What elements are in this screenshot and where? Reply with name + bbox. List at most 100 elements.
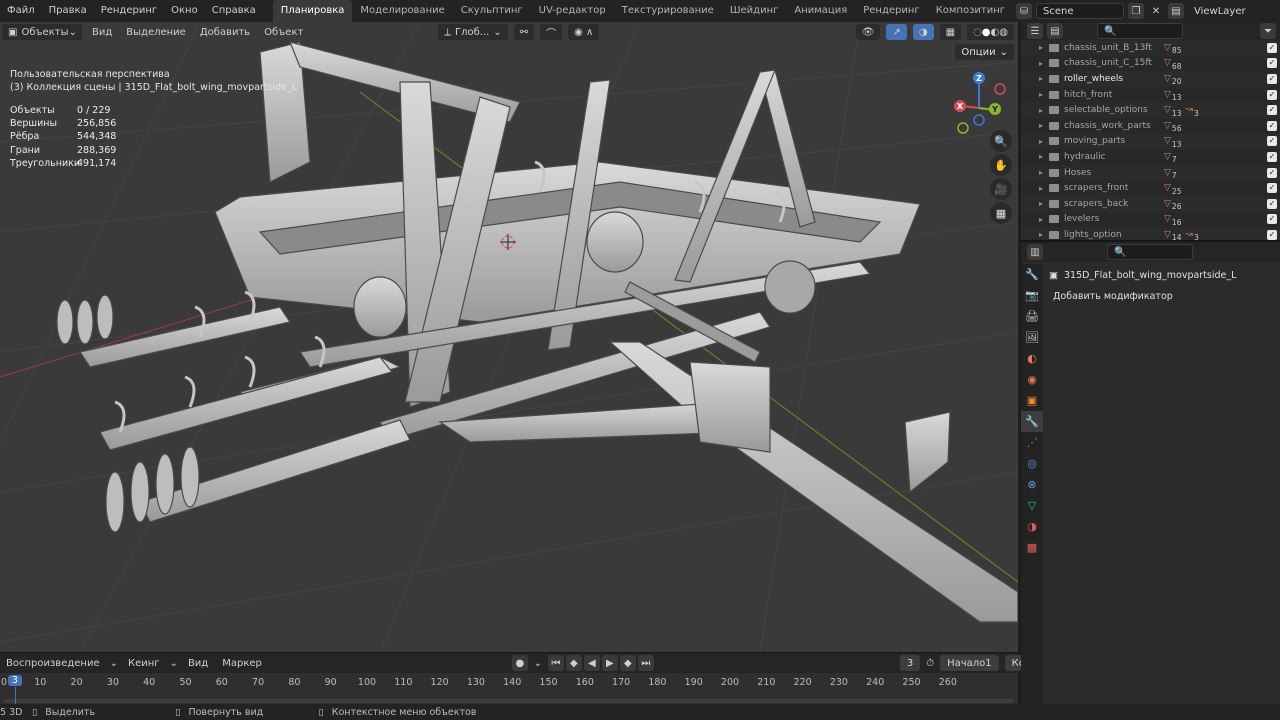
outliner-row[interactable]: ▸ Hoses ▽ 7 ✓	[1021, 164, 1280, 181]
menu-item[interactable]: Справка	[205, 0, 263, 22]
expand-arrow-icon[interactable]: ▸	[1039, 90, 1049, 99]
outliner-row[interactable]: ▸ scrapers_back ▽ 26 ✓	[1021, 195, 1280, 212]
exclude-checkbox[interactable]: ✓	[1267, 120, 1277, 131]
mode-dropdown[interactable]: ▣ Объекты ⌄	[2, 24, 82, 40]
workspace-tab[interactable]: Анимация	[786, 0, 855, 22]
material-shading-icon[interactable]: ◐	[991, 27, 1000, 38]
exclude-checkbox[interactable]: ✓	[1267, 42, 1277, 53]
exclude-checkbox[interactable]: ✓	[1267, 214, 1277, 225]
timeline-menu-playback[interactable]: Воспроизведение	[2, 658, 104, 669]
view-layer-tab-icon[interactable]: 🖼	[1021, 327, 1043, 348]
workspace-tab[interactable]: UV-редактор	[531, 0, 614, 22]
pivot-point-button[interactable]: ⚯	[513, 24, 535, 40]
expand-arrow-icon[interactable]: ▸	[1039, 43, 1049, 52]
current-frame-field[interactable]: 3	[899, 655, 921, 671]
exclude-checkbox[interactable]: ✓	[1267, 151, 1277, 162]
outliner-row[interactable]: ▸ chassis_unit_B_13ft ▽ 85 ✓	[1021, 40, 1280, 56]
viewport-menu-select[interactable]: Выделение	[122, 27, 190, 38]
rendered-shading-icon[interactable]: ◍	[999, 27, 1008, 38]
workspace-tab[interactable]: Композитинг	[928, 0, 1013, 22]
workspace-tab[interactable]: Планировка	[272, 0, 353, 22]
menu-item[interactable]: Рендеринг	[94, 0, 164, 22]
exclude-checkbox[interactable]: ✓	[1267, 167, 1277, 178]
render-tab-icon[interactable]: 📷	[1021, 285, 1043, 306]
viewport-menu-add[interactable]: Добавить	[196, 27, 254, 38]
jump-start-icon[interactable]: ⏮	[547, 655, 564, 671]
expand-arrow-icon[interactable]: ▸	[1039, 152, 1049, 161]
outliner-editor-icon[interactable]: ☰	[1027, 23, 1043, 39]
timeline-menu-keying[interactable]: Кеинг	[124, 658, 164, 669]
outliner-row[interactable]: ▸ roller_wheels ▽ 20 ✓	[1021, 71, 1280, 87]
expand-arrow-icon[interactable]: ▸	[1039, 106, 1049, 115]
outliner-row[interactable]: ▸ moving_parts ▽ 13 ✓	[1021, 133, 1280, 150]
clock-icon[interactable]: ⏱	[926, 655, 934, 671]
output-tab-icon[interactable]: 🖨	[1021, 306, 1043, 327]
menu-item[interactable]: Окно	[164, 0, 205, 22]
workspace-tab[interactable]: Моделирование	[352, 0, 452, 22]
outliner-row[interactable]: ▸ chassis_unit_C_15ft ▽ 68 ✓	[1021, 56, 1280, 72]
proportional-editing-button[interactable]: ◉ ∧	[568, 24, 600, 40]
timeline-menu-marker[interactable]: Маркер	[218, 658, 266, 669]
prev-keyframe-icon[interactable]: ◆	[565, 655, 582, 671]
particles-tab-icon[interactable]: ⋰	[1021, 432, 1043, 453]
filter-icon[interactable]: ⏷	[1260, 23, 1276, 39]
expand-arrow-icon[interactable]: ▸	[1039, 74, 1049, 83]
world-tab-icon[interactable]: ◉	[1021, 369, 1043, 390]
expand-arrow-icon[interactable]: ▸	[1039, 230, 1049, 239]
add-modifier-button[interactable]: Добавить модификатор	[1045, 288, 1280, 304]
outliner-row[interactable]: ▸ hydraulic ▽ 7 ✓	[1021, 149, 1280, 165]
xray-toggle[interactable]: ▦	[939, 24, 962, 40]
viewport-menu-view[interactable]: Вид	[88, 27, 116, 38]
expand-arrow-icon[interactable]: ▸	[1039, 199, 1049, 208]
zoom-icon[interactable]: 🔍	[990, 130, 1012, 152]
expand-arrow-icon[interactable]: ▸	[1039, 215, 1049, 224]
properties-editor-icon[interactable]: ▥	[1027, 244, 1043, 260]
orientation-gizmo[interactable]: Z Y X	[954, 72, 1006, 134]
hand-pan-icon[interactable]: ✋	[990, 154, 1012, 176]
timeline-editor[interactable]: Воспроизведение ⌄ Кеинг ⌄ Вид Маркер ● ⌄…	[0, 652, 1071, 705]
grid-projection-icon[interactable]: ▦	[990, 202, 1012, 224]
constraints-tab-icon[interactable]: ⊗	[1021, 474, 1043, 495]
workspace-tab[interactable]: Шейдинг	[722, 0, 787, 22]
options-dropdown[interactable]: Опции ⌄	[955, 44, 1014, 60]
view-layer-field[interactable]: ViewLayer	[1188, 3, 1270, 19]
outliner-row[interactable]: ▸ chassis_work_parts ▽ 56 ✓	[1021, 118, 1280, 134]
physics-tab-icon[interactable]: ◎	[1021, 453, 1043, 474]
tool-tab-icon[interactable]: 🔧	[1021, 264, 1043, 285]
expand-arrow-icon[interactable]: ▸	[1039, 168, 1049, 177]
3d-viewport[interactable]: Z Y X ▣ Объекты ⌄ Вид Выделение Добавить…	[0, 22, 1018, 652]
solid-shading-icon[interactable]: ●	[982, 27, 991, 38]
new-scene-icon[interactable]: ❐	[1128, 3, 1144, 19]
workspace-tab[interactable]: Текстурирование	[614, 0, 722, 22]
view-layer-icon[interactable]: ▤	[1168, 3, 1184, 19]
next-keyframe-icon[interactable]: ◆	[619, 655, 636, 671]
expand-arrow-icon[interactable]: ▸	[1039, 59, 1049, 68]
workspace-tab[interactable]: Рендеринг	[855, 0, 927, 22]
exclude-checkbox[interactable]: ✓	[1267, 136, 1277, 147]
exclude-checkbox[interactable]: ✓	[1267, 229, 1277, 240]
outliner-row[interactable]: ▸ hitch_front ▽ 13 ✓	[1021, 87, 1280, 103]
shading-modes[interactable]: ◌ ● ◐ ◍	[967, 24, 1014, 40]
wireframe-shading-icon[interactable]: ◌	[973, 27, 982, 38]
texture-tab-icon[interactable]: ▩	[1021, 537, 1043, 558]
jump-end-icon[interactable]: ⏭	[637, 655, 654, 671]
exclude-checkbox[interactable]: ✓	[1267, 183, 1277, 194]
gizmo-toggle[interactable]: ↗	[886, 24, 907, 40]
scene-icon[interactable]: ⛁	[1016, 3, 1032, 19]
outliner-search-input[interactable]: 🔍	[1097, 23, 1183, 39]
properties-search-input[interactable]: 🔍	[1107, 244, 1193, 260]
display-mode-icon[interactable]: ▤	[1047, 23, 1063, 39]
properties-editor[interactable]: ▥ 🔍 🔧 📷 🖨 🖼 ◐ ◉ ▣ 🔧 ⋰ ◎ ⊗ ▽ ◑ ▩ ▣ 315D_F…	[1021, 240, 1280, 704]
playhead-frame[interactable]: 3	[7, 675, 22, 686]
frame-ruler[interactable]: 0 10 20 30 40 50 60 70 80 90 100 110 120 130 140 150 160…	[0, 673, 1018, 705]
timeline-scrollbar[interactable]	[4, 699, 1014, 703]
overlay-toggle[interactable]: ◑	[912, 24, 934, 40]
outliner-row[interactable]: ▸ selectable_options ▽ 13 ↝ 3 ✓	[1021, 102, 1280, 118]
data-tab-icon[interactable]: ▽	[1021, 495, 1043, 516]
record-icon[interactable]: ●	[511, 655, 528, 671]
scene-tab-icon[interactable]: ◐	[1021, 348, 1043, 369]
outliner-row[interactable]: ▸ scrapers_front ▽ 25 ✓	[1021, 180, 1280, 196]
exclude-checkbox[interactable]: ✓	[1267, 89, 1277, 100]
timeline-menu-view[interactable]: Вид	[184, 658, 212, 669]
viewport-menu-object[interactable]: Объект	[260, 27, 307, 38]
